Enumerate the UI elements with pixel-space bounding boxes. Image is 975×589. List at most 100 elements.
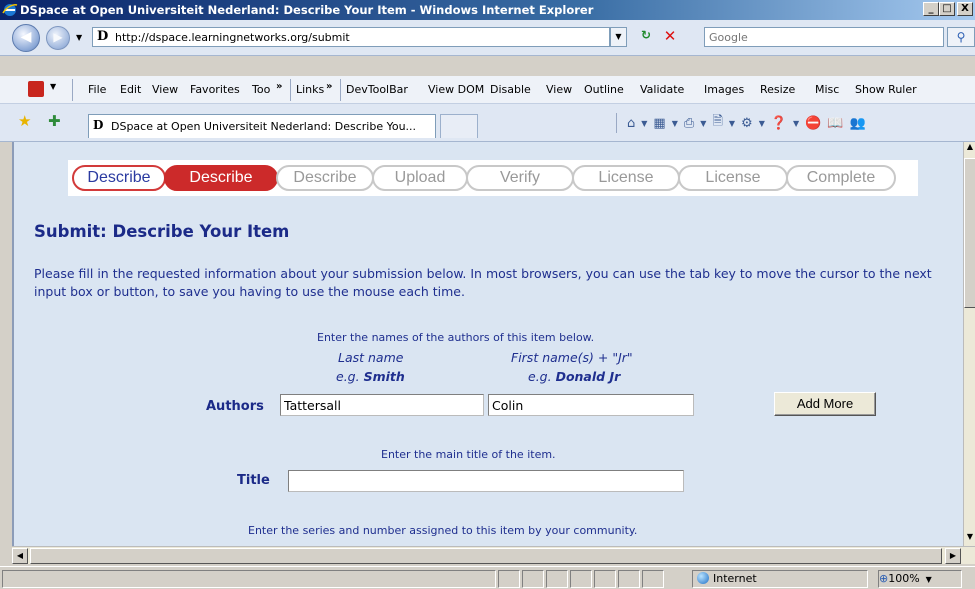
page-content: Describe Describe Describe Upload Verify… [12,142,963,546]
scroll-right-icon[interactable]: ▶ [945,548,961,564]
search-input[interactable] [704,27,944,47]
menu-tools[interactable]: Too [252,83,270,96]
stop-addon-icon[interactable]: ⛔ [805,116,821,131]
author-first-name-input[interactable] [488,394,694,416]
link-validate[interactable]: Validate [640,83,684,96]
home-icon[interactable]: ⌂ [627,116,635,131]
window-title: DSpace at Open Universiteit Nederland: D… [20,3,594,17]
minimize-button[interactable]: _ [923,2,939,16]
status-pane-3 [546,570,568,588]
toolbar-app-dropdown-icon[interactable]: ▼ [50,82,56,91]
status-bar: Internet ⊕100% ▼ [0,566,975,589]
research-icon[interactable]: 📖 [827,116,843,131]
link-resize[interactable]: Resize [760,83,795,96]
tab-current[interactable]: D DSpace at Open Universiteit Nederland:… [88,114,436,138]
favorites-star-icon[interactable]: ★ [18,112,31,130]
author-last-name-field[interactable] [281,395,483,415]
menu-favorites[interactable]: Favorites [190,83,240,96]
close-button[interactable]: X [957,2,973,16]
link-outline[interactable]: Outline [584,83,624,96]
maximize-button[interactable]: □ [939,2,955,16]
command-bar: ⌂ ▼ ▦ ▼ ⎙ ▼ 🗎 ▼ ⚙ ▼ ❓ ▼ ⛔ 📖 👥 [616,108,866,138]
zoom-control[interactable]: ⊕100% ▼ [878,570,962,588]
scroll-left-icon[interactable]: ◀ [12,548,28,564]
menu-bar: ▼ File Edit View Favorites Too » Links »… [0,76,975,104]
progress-step-license-1: License [572,165,680,191]
zoom-dropdown-icon[interactable]: ▼ [926,575,932,584]
tools-gear-icon[interactable]: ⚙ [741,116,753,131]
vertical-scrollbar[interactable]: ▲ ▼ [963,142,975,546]
progress-step-describe-2[interactable]: Describe [164,165,278,191]
menu-view[interactable]: View [152,83,178,96]
status-pane-7 [642,570,664,588]
window-frame-left [0,142,12,575]
link-misc[interactable]: Misc [815,83,839,96]
menu-overflow-icon[interactable]: » [276,81,282,92]
zoom-level: 100% [888,572,920,585]
forward-button[interactable]: ▶ [46,26,70,50]
vertical-scroll-thumb[interactable] [964,158,975,308]
title-field[interactable] [289,471,683,491]
status-pane-5 [594,570,616,588]
scroll-up-icon[interactable]: ▲ [964,142,975,156]
page-intro: Please fill in the requested information… [34,266,932,299]
last-name-caption: Last name [338,350,404,365]
search-icon[interactable]: ⚲ [947,27,975,47]
link-disable[interactable]: Disable [490,83,531,96]
link-devtoolbar[interactable]: DevToolBar [346,83,408,96]
progress-step-describe-1[interactable]: Describe [72,165,166,191]
last-name-example-prefix: e.g. [336,369,360,384]
security-zone[interactable]: Internet [692,570,868,588]
tab-label: DSpace at Open Universiteit Nederland: D… [111,120,417,133]
first-name-example-prefix: e.g. [528,369,552,384]
search-field[interactable] [705,28,943,46]
messenger-icon[interactable]: 👥 [850,116,866,131]
address-toolbar: ◀ ▶ ▼ D http://dspace.learningnetworks.o… [0,20,975,56]
history-dropdown-icon[interactable]: ▼ [76,33,82,42]
last-name-example: e.g. Smith [336,369,405,384]
title-hint: Enter the main title of the item. [381,448,556,461]
back-arrow-icon: ◀ [20,29,32,45]
dspace-tab-favicon-icon: D [93,118,104,132]
status-pane-2 [522,570,544,588]
link-view-dom[interactable]: View DOM [428,83,484,96]
add-more-button[interactable]: Add More [774,392,876,416]
menu-file[interactable]: File [88,83,106,96]
title-input[interactable] [288,470,684,492]
address-dropdown-button[interactable]: ▼ [610,27,627,47]
toolbar-app-icon[interactable] [28,81,44,97]
refresh-icon[interactable]: ↻ [636,28,656,46]
dspace-favicon-icon: D [97,29,109,44]
authors-label: Authors [206,399,264,414]
new-tab-button[interactable] [440,114,478,138]
menu-edit[interactable]: Edit [120,83,141,96]
scroll-down-icon[interactable]: ▼ [964,532,975,546]
back-button[interactable]: ◀ [12,24,40,52]
author-first-name-field[interactable] [489,395,693,415]
tab-bar: ★ ✚ D DSpace at Open Universiteit Nederl… [0,104,975,142]
status-text [2,570,496,588]
print-icon[interactable]: ⎙ [684,116,694,131]
zoom-icon: ⊕ [879,572,889,585]
page-icon[interactable]: 🗎 [712,112,722,134]
address-input[interactable]: D http://dspace.learningnetworks.org/sub… [92,27,610,47]
progress-step-verify: Verify [466,165,574,191]
help-icon[interactable]: ❓ [771,116,787,131]
feeds-icon[interactable]: ▦ [653,116,665,131]
add-favorite-icon[interactable]: ✚ [48,112,61,130]
link-view[interactable]: View [546,83,572,96]
author-last-name-input[interactable] [280,394,484,416]
status-pane-1 [498,570,520,588]
status-pane-4 [570,570,592,588]
horizontal-scroll-thumb[interactable] [30,548,942,564]
internet-globe-icon [697,572,709,584]
progress-step-describe-3: Describe [276,165,374,191]
link-show-ruler[interactable]: Show Ruler [855,83,917,96]
progress-step-complete: Complete [786,165,896,191]
link-images[interactable]: Images [704,83,744,96]
last-name-example-value: Smith [363,369,405,384]
stop-icon[interactable]: ✕ [660,27,680,47]
links-overflow-icon[interactable]: » [326,81,332,92]
links-label[interactable]: Links [296,83,324,96]
horizontal-scrollbar[interactable]: ◀ ▶ [12,546,975,564]
